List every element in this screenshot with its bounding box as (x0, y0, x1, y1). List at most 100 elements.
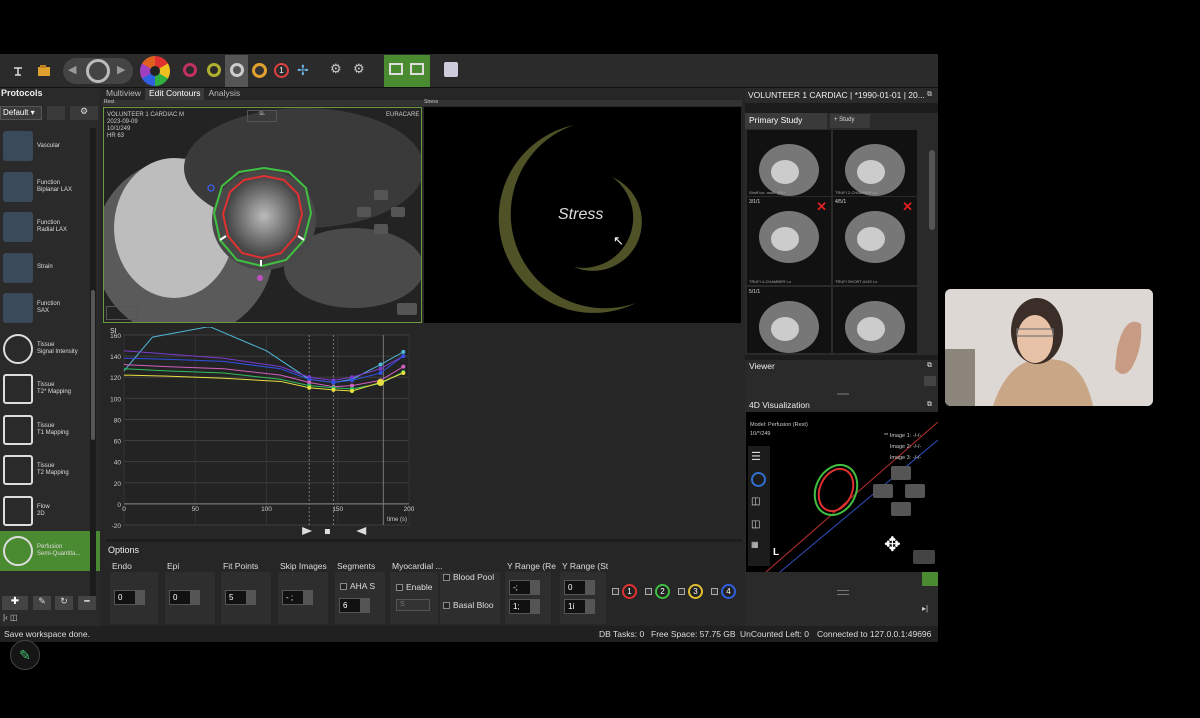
viewer-collapse-icon[interactable] (924, 376, 936, 386)
protocol-item[interactable]: Perfusion Semi-Quantita... (0, 531, 100, 571)
protocol-item[interactable]: Function Radial LAX (0, 207, 100, 247)
panel-collapse-icon[interactable]: ▸| (922, 604, 928, 613)
myocardial-select[interactable]: S (396, 599, 430, 611)
globe-icon[interactable] (751, 472, 766, 487)
option-input[interactable]: 5 (225, 590, 247, 605)
option-checkbox[interactable] (340, 583, 347, 590)
stepper-arrows[interactable] (531, 580, 540, 595)
stepper-arrows[interactable] (247, 590, 256, 605)
stepper-arrows[interactable] (586, 580, 595, 595)
thumbnail-scrollbar[interactable] (929, 150, 935, 230)
forward-arrow-icon[interactable]: ▶ (117, 63, 125, 76)
home-ring-icon[interactable] (86, 59, 110, 83)
tools-gear-icon[interactable]: ⚙ (353, 61, 365, 77)
protocol-item[interactable]: Function Biplanar LAX (0, 167, 100, 207)
stepper-arrows[interactable] (531, 599, 540, 614)
series-4-icon[interactable]: 4 (721, 584, 736, 599)
stepper-arrows[interactable] (586, 599, 595, 614)
layout-left-icon[interactable]: |‹ ◫ (3, 613, 18, 622)
study-thumbnail[interactable]: 5/1/1 (747, 287, 831, 353)
bucket-icon[interactable]: ◫ (751, 519, 760, 530)
move-icon[interactable]: ✥ (884, 532, 901, 557)
option-checkbox[interactable] (443, 602, 450, 609)
save-protocol-icon[interactable] (47, 106, 65, 120)
edit-protocol-button[interactable]: ✎ (33, 596, 51, 610)
protocol-item[interactable]: Strain (0, 248, 100, 288)
protocol-item[interactable]: Vascular (0, 126, 100, 166)
grid-tool-icon[interactable]: ▦ (751, 540, 759, 549)
splitter-handle[interactable] (837, 393, 849, 395)
stepper-arrows[interactable] (191, 590, 200, 605)
viewer-pin-icon[interactable]: ⧉ (927, 362, 932, 370)
remove-thumbnail-icon[interactable]: ✕ (902, 199, 913, 215)
option-input[interactable]: 0 (169, 590, 191, 605)
viz-mode-button[interactable] (922, 572, 938, 586)
panel-pin-icon[interactable]: ⧉ (927, 91, 932, 99)
cup-icon[interactable]: ◫ (751, 496, 760, 507)
option-input[interactable]: 1i (564, 599, 586, 614)
remove-protocol-button[interactable]: ━ (78, 596, 96, 610)
protocol-scrollbar-thumb[interactable] (91, 290, 95, 440)
tab-analysis[interactable]: Analysis (204, 88, 244, 100)
option-input[interactable]: -; (509, 580, 531, 595)
layers-icon[interactable]: ☰ (751, 450, 761, 463)
viz-pan-control[interactable] (871, 466, 931, 526)
study-thumbnail[interactable] (833, 287, 917, 353)
report-icon[interactable] (444, 62, 458, 77)
study-thumbnail[interactable]: TRUFI 2-CHAMBER Lo (833, 130, 917, 196)
series-1-icon[interactable]: 1 (622, 584, 637, 599)
sync-icon[interactable] (410, 63, 424, 75)
protocol-item[interactable]: Tissue T2 Mapping (0, 450, 100, 490)
study-thumbnail[interactable]: 4/5/1 TRUFI SHORT AXIS Lo ✕ (833, 197, 917, 285)
pointer-tool-icon[interactable] (5, 58, 31, 84)
protocol-item[interactable]: Tissue T1 Mapping (0, 410, 100, 450)
roi-contour-icon[interactable] (230, 63, 244, 77)
viz-pin-icon[interactable]: ⧉ (927, 401, 932, 409)
folder-icon[interactable] (31, 58, 57, 84)
series-checkbox[interactable] (678, 588, 685, 595)
insertion-point-icon[interactable]: ✢ (297, 62, 309, 79)
tab-edit-contours[interactable]: Edit Contours (144, 88, 205, 100)
pan-control[interactable] (357, 190, 407, 240)
protocol-item[interactable]: Tissue T2* Mapping (0, 369, 100, 409)
endo-contour-icon[interactable] (183, 63, 197, 77)
settings-gear-icon[interactable]: ⚙ (330, 61, 342, 77)
series-2-icon[interactable]: 2 (655, 584, 670, 599)
series-checkbox[interactable] (612, 588, 619, 595)
series-3-icon[interactable]: 3 (688, 584, 703, 599)
option-checkbox[interactable] (443, 574, 450, 581)
signal-intensity-chart[interactable]: 160140120100806040200-200 50 100 150 200SIti… (106, 327, 416, 537)
option-input[interactable]: 6 (339, 598, 361, 613)
add-protocol-button[interactable]: ✚ (2, 596, 28, 610)
epi-contour-icon[interactable] (207, 63, 221, 77)
option-checkbox[interactable] (396, 584, 403, 591)
study-thumbnail[interactable]: Shuff loc. multi. (PAY (747, 130, 831, 196)
tab-primary-study[interactable]: Primary Study (745, 113, 827, 129)
remove-thumbnail-icon[interactable]: ✕ (816, 199, 827, 215)
refresh-protocol-button[interactable]: ↻ (55, 596, 73, 610)
stepper-arrows[interactable] (136, 590, 145, 605)
series-checkbox[interactable] (645, 588, 652, 595)
stepper-arrows[interactable] (361, 598, 370, 613)
edit-pencil-icon[interactable]: ✎ (10, 640, 40, 670)
point-1-icon[interactable]: 1 (274, 63, 289, 78)
add-study-button[interactable]: + Study (830, 114, 870, 128)
viewport-scroll-icon[interactable] (397, 303, 417, 315)
protocol-item[interactable]: Tissue Signal Intensity (0, 329, 100, 369)
option-input[interactable]: - ; (282, 590, 304, 605)
option-input[interactable]: 0 (114, 590, 136, 605)
protocol-item[interactable]: Flow 2D (0, 491, 100, 531)
panel-resize-handle[interactable] (837, 590, 849, 595)
landmark-icon[interactable] (252, 63, 267, 78)
back-arrow-icon[interactable]: ◀ (68, 63, 76, 76)
option-input[interactable]: 0 (564, 580, 586, 595)
stepper-arrows[interactable] (304, 590, 313, 605)
series-checkbox[interactable] (711, 588, 718, 595)
protocol-dropdown[interactable]: Default ▾ (0, 106, 42, 120)
study-thumbnail[interactable]: 3/1/1 TRUFI 4-CHAMBER Lo ✕ (747, 197, 831, 285)
protocol-gear-icon[interactable]: ⚙ (70, 106, 98, 120)
protocol-item[interactable]: Function SAX (0, 288, 100, 328)
option-input[interactable]: 1; (509, 599, 531, 614)
layout-icon[interactable] (389, 63, 403, 75)
viz-reset-icon[interactable] (913, 550, 935, 564)
